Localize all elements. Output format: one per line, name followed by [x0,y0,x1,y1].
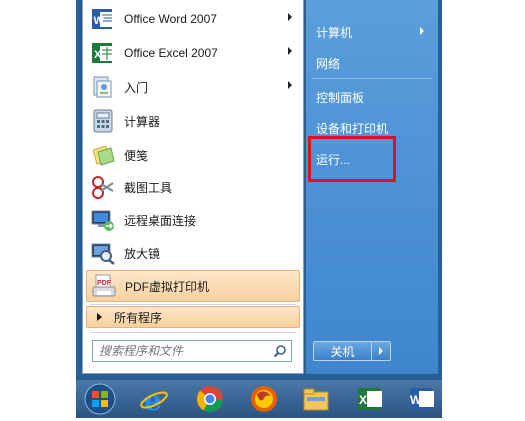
word-icon[interactable]: W [404,382,440,416]
svg-text:W: W [94,15,105,27]
shutdown-button[interactable]: 关机 [314,342,372,360]
internet-explorer-icon[interactable]: e [136,382,172,416]
calculator-icon [90,108,116,134]
program-item-pdf-printer[interactable]: PDF PDF虚拟打印机 [86,270,300,302]
program-label: PDF虚拟打印机 [125,279,210,294]
shutdown-button-group: 关机 [313,341,391,361]
all-programs-label: 所有程序 [114,310,163,325]
program-label: 便笺 [124,148,149,163]
chrome-icon[interactable] [192,382,228,416]
program-item-magnifier[interactable]: 放大镜 [86,238,300,268]
all-programs-button[interactable]: 所有程序 [86,306,300,328]
submenu-arrow-icon [420,27,424,35]
search-icon[interactable] [271,342,289,360]
program-item-word[interactable]: W Office Word 2007 [86,4,300,34]
svg-text:PDF: PDF [97,280,112,287]
remote-desktop-icon [90,207,116,233]
firefox-icon[interactable] [246,382,282,416]
program-label: 入门 [124,80,149,95]
place-item-computer[interactable]: 计算机 [316,24,352,41]
program-label: 放大镜 [124,246,161,261]
word-icon: W [90,6,116,32]
program-item-remote-desktop[interactable]: 远程桌面连接 [86,205,300,235]
start-orb-icon[interactable] [82,380,118,418]
place-item-network[interactable]: 网络 [316,55,340,72]
divider [90,304,296,305]
program-label: Office Excel 2007 [124,46,218,60]
submenu-arrow-icon [288,81,292,89]
getting-started-icon [90,74,116,100]
submenu-arrow-icon [288,47,292,55]
program-item-getting-started[interactable]: 入门 [86,72,300,102]
excel-icon: X [90,40,116,66]
run-highlight-box [308,136,396,182]
pdf-printer-icon: PDF [91,273,117,299]
shutdown-options-button[interactable] [372,342,390,360]
search-input[interactable] [97,343,271,359]
divider [312,78,432,79]
svg-text:W: W [410,393,422,407]
divider [90,332,296,333]
program-item-snipping-tool[interactable]: 截图工具 [86,172,300,202]
expand-arrow-icon [97,313,102,321]
svg-text:X: X [359,393,367,407]
excel-icon[interactable]: X [352,382,388,416]
magnifier-icon [90,240,116,266]
sticky-notes-icon [90,142,116,168]
snipping-tool-icon [90,174,116,200]
program-label: Office Word 2007 [124,12,217,26]
program-label: 计算器 [124,114,161,129]
program-item-excel[interactable]: X Office Excel 2007 [86,38,300,68]
program-item-sticky-notes[interactable]: 便笺 [86,140,300,170]
search-box[interactable] [92,340,292,362]
program-item-calculator[interactable]: 计算器 [86,106,300,136]
submenu-arrow-icon [288,13,292,21]
place-item-control-panel[interactable]: 控制面板 [316,89,364,106]
place-item-devices-printers[interactable]: 设备和打印机 [316,120,388,137]
program-label: 远程桌面连接 [124,213,197,228]
chevron-right-icon [379,347,383,355]
svg-text:X: X [94,49,102,61]
program-label: 截图工具 [124,180,173,195]
file-explorer-icon[interactable] [298,382,334,416]
